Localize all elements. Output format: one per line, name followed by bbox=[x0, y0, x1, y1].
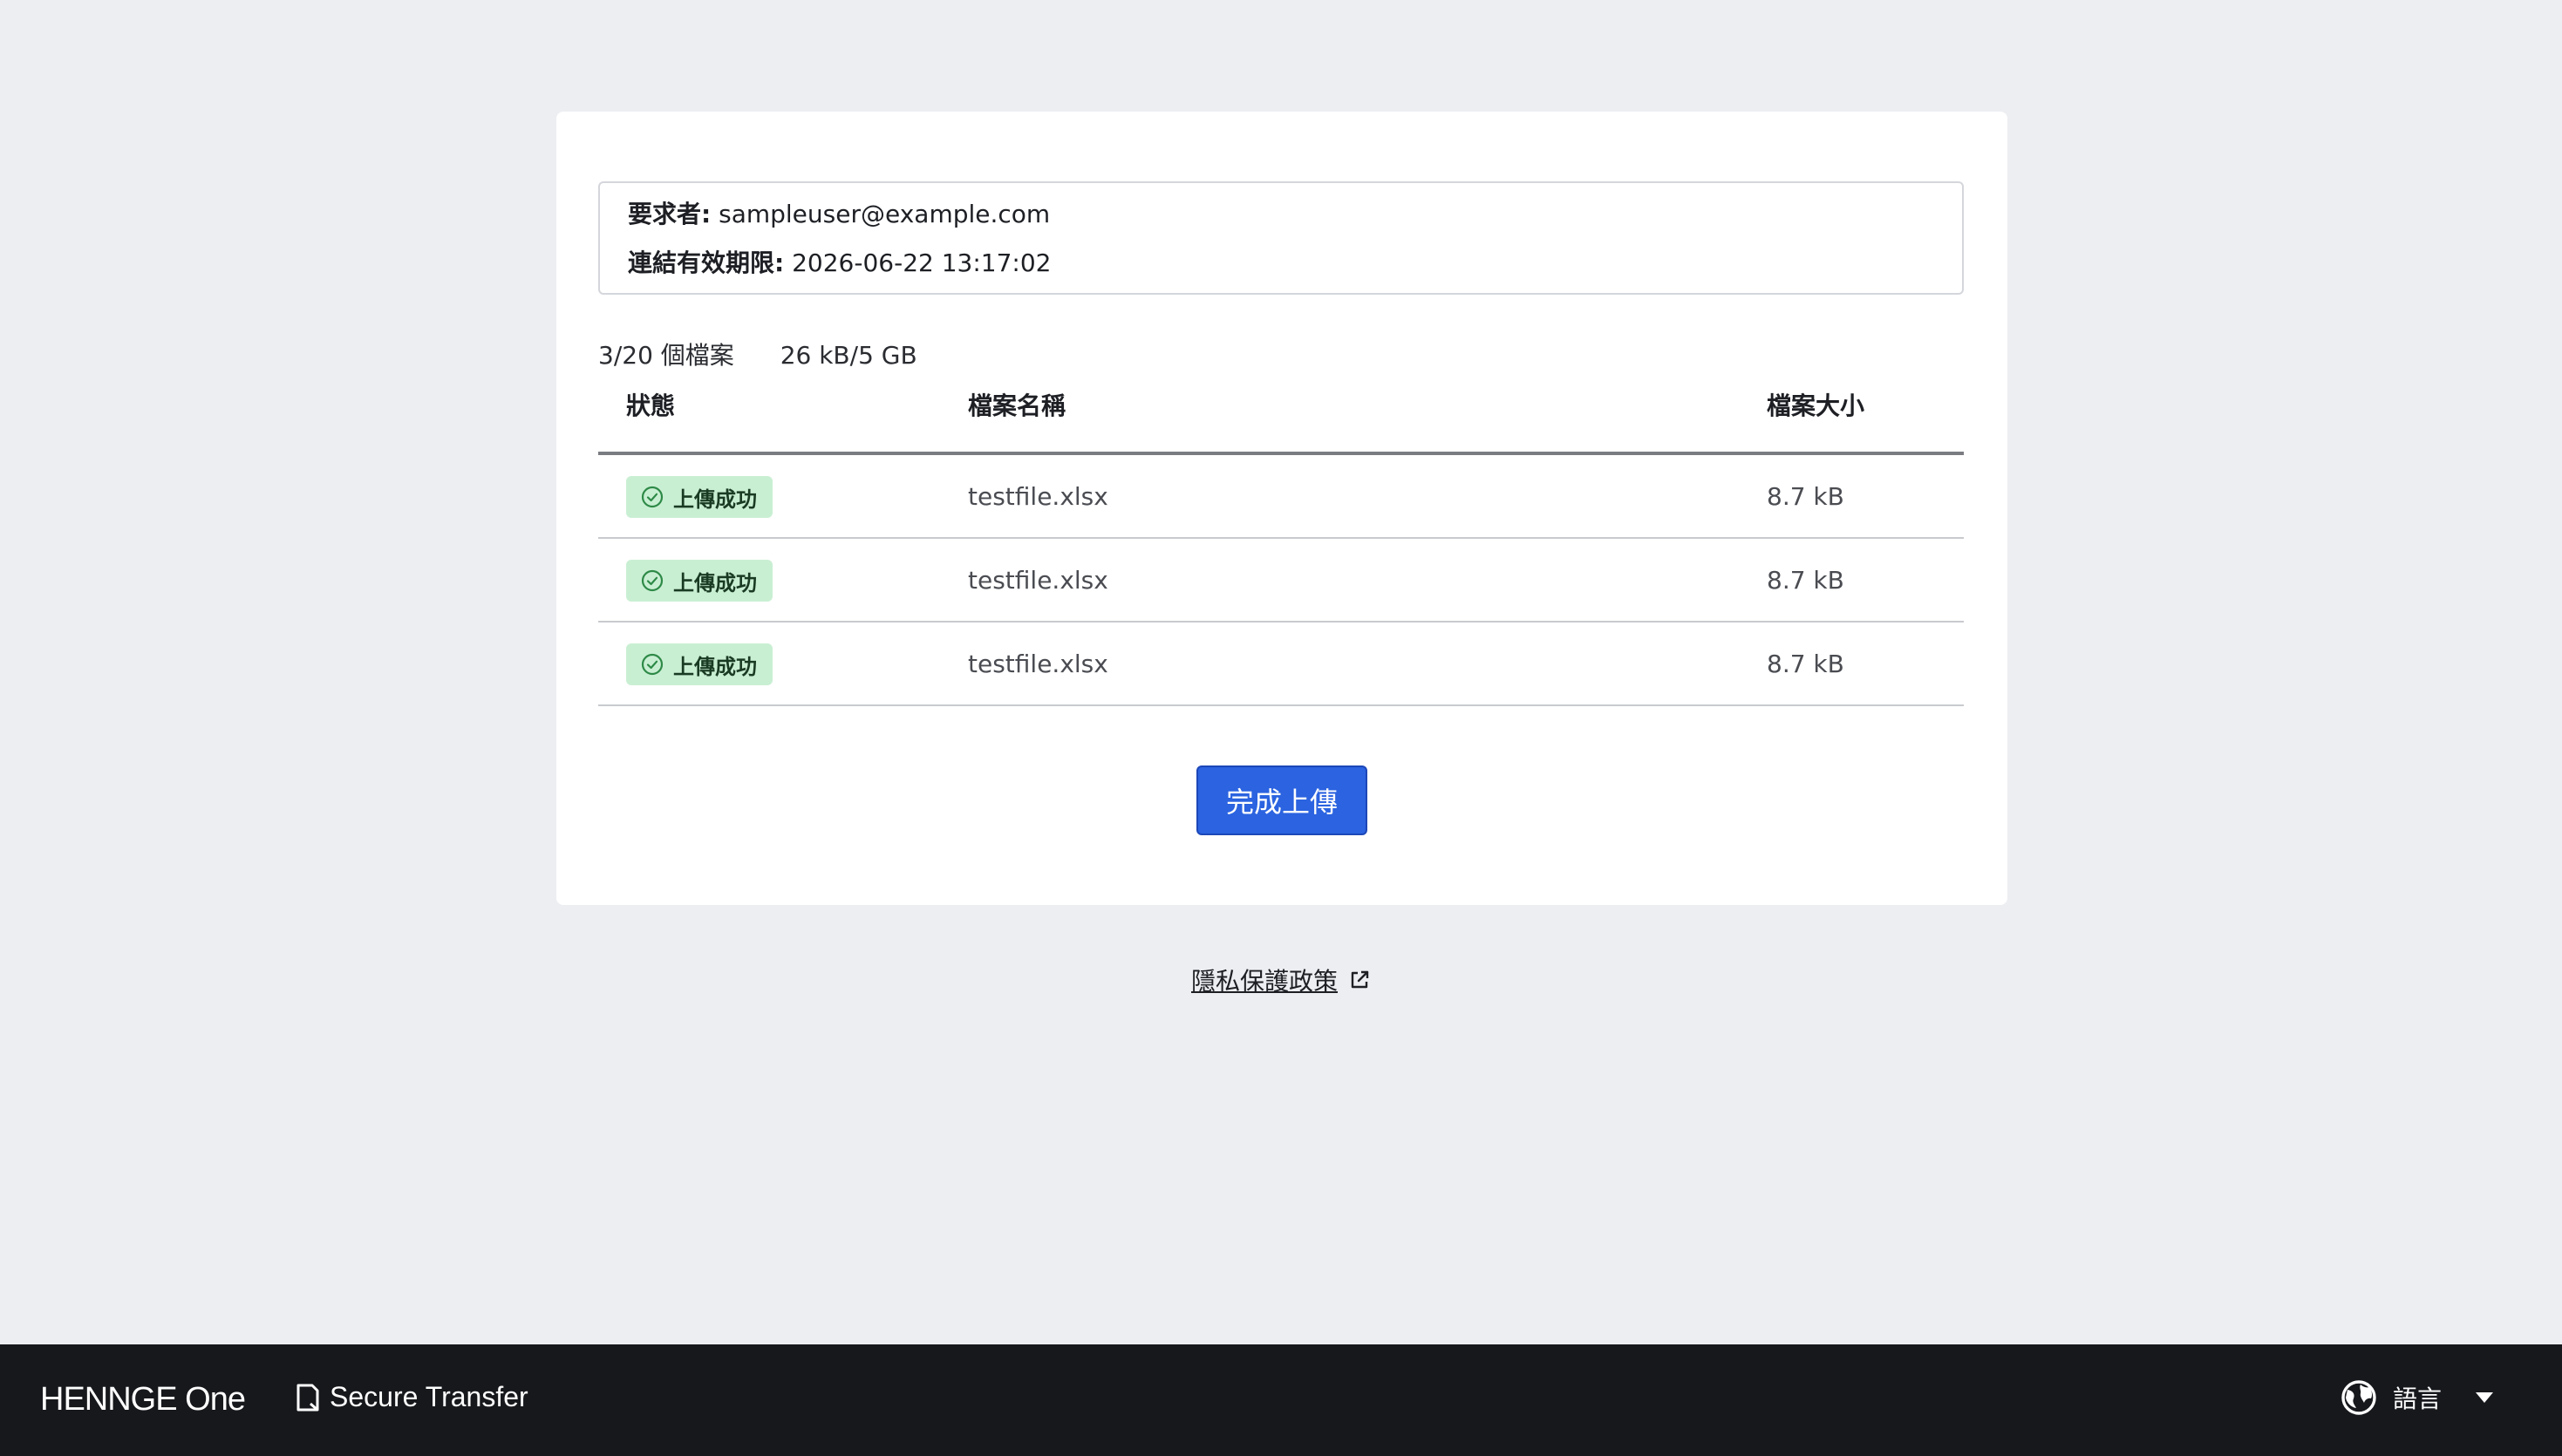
globe-icon bbox=[2341, 1380, 2376, 1415]
requester-label: 要求者: bbox=[628, 200, 712, 228]
language-selector[interactable]: 語言 bbox=[2341, 1379, 2494, 1416]
file-size: 8.7 kB bbox=[1767, 482, 1844, 511]
privacy-policy: 隱私保護政策 bbox=[1191, 963, 1371, 997]
status-text: 上傳成功 bbox=[673, 570, 757, 595]
check-circle-icon bbox=[641, 486, 664, 508]
table-row: 上傳成功 testfile.xlsx 8.7 kB bbox=[598, 539, 1964, 623]
table-row: 上傳成功 testfile.xlsx 8.7 kB bbox=[598, 455, 1964, 539]
external-link-icon bbox=[1351, 970, 1369, 989]
file-size: 8.7 kB bbox=[1767, 650, 1844, 678]
upload-card: 要求者: sampleuser@example.com 連結有效期限: 2026… bbox=[556, 112, 2007, 905]
request-info-box: 要求者: sampleuser@example.com 連結有效期限: 2026… bbox=[598, 181, 1964, 295]
finish-upload-button[interactable]: 完成上傳 bbox=[1196, 765, 1367, 835]
status-text: 上傳成功 bbox=[673, 654, 757, 679]
header-size: 檔案大小 bbox=[1767, 391, 1865, 420]
product-label: Secure Transfer bbox=[330, 1381, 528, 1412]
brand-logo: HENNGE One bbox=[40, 1381, 246, 1418]
privacy-policy-link[interactable]: 隱私保護政策 bbox=[1191, 963, 1338, 997]
status-badge: 上傳成功 bbox=[626, 643, 773, 685]
file-count: 3/20 個檔案 bbox=[598, 341, 734, 370]
upload-summary: 3/20 個檔案 26 kB/5 GB bbox=[598, 340, 917, 371]
file-name: testfile.xlsx bbox=[968, 566, 1108, 595]
caret-down-icon bbox=[2476, 1392, 2494, 1403]
product-name: Secure Transfer bbox=[295, 1381, 528, 1413]
document-icon bbox=[296, 1384, 319, 1411]
status-badge: 上傳成功 bbox=[626, 560, 773, 602]
language-label: 語言 bbox=[2393, 1385, 2443, 1413]
expiry-value: 2026-06-22 13:17:02 bbox=[792, 248, 1052, 277]
header-name: 檔案名稱 bbox=[968, 391, 1066, 420]
expiry-line: 連結有效期限: 2026-06-22 13:17:02 bbox=[628, 248, 1052, 279]
check-circle-icon bbox=[641, 569, 664, 592]
file-name: testfile.xlsx bbox=[968, 650, 1108, 678]
file-size: 8.7 kB bbox=[1767, 566, 1844, 595]
requester-value: sampleuser@example.com bbox=[719, 200, 1051, 228]
expiry-label: 連結有效期限: bbox=[628, 248, 785, 277]
header-status: 狀態 bbox=[626, 391, 676, 420]
table-header: 狀態 檔案名稱 檔案大小 bbox=[598, 389, 1964, 455]
file-name: testfile.xlsx bbox=[968, 482, 1108, 511]
file-table: 狀態 檔案名稱 檔案大小 上傳成功 testfile.xlsx 8.7 kB 上… bbox=[598, 389, 1964, 706]
status-text: 上傳成功 bbox=[673, 486, 757, 512]
check-circle-icon bbox=[641, 653, 664, 676]
total-size: 26 kB/5 GB bbox=[780, 341, 917, 370]
table-row: 上傳成功 testfile.xlsx 8.7 kB bbox=[598, 623, 1964, 706]
status-badge: 上傳成功 bbox=[626, 476, 773, 518]
requester-line: 要求者: sampleuser@example.com bbox=[628, 199, 1050, 230]
footer-bar: HENNGE One Secure Transfer 語言 bbox=[0, 1344, 2562, 1456]
